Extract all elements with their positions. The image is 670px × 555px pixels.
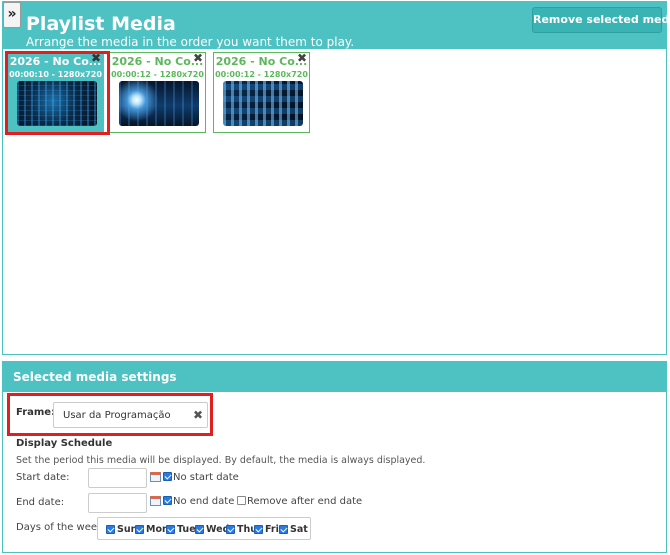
frame-selected-value: Usar da Programação [63,410,171,421]
expand-toggle-button[interactable]: » [3,2,21,28]
day-checkbox[interactable] [226,525,235,534]
days-of-week-group: Sun Mon Tue Wed Thu Fri Sat [97,517,311,540]
start-date-input[interactable] [88,468,147,488]
no-start-date-checkbox[interactable] [163,472,172,481]
media-card[interactable]: 2026 - No Co... 00:00:10 - 1280x720 ✖ [7,52,104,133]
playlist-panel: » Playlist Media Arrange the media in th… [2,1,670,355]
end-date-input[interactable] [88,493,147,513]
media-card[interactable]: 2026 - No Co... 00:00:12 - 1280x720 ✖ [109,52,206,133]
day-label: Fri [265,524,279,535]
media-thumbnail [119,81,199,126]
playlist-subtitle: Arrange the media in the order you want … [26,35,355,49]
no-end-date-label: No end date [173,496,235,507]
clear-frame-icon[interactable]: ✖ [193,408,203,422]
remove-media-icon[interactable]: ✖ [91,52,101,64]
media-thumbnail [223,81,303,126]
day-checkbox[interactable] [195,525,204,534]
days-of-week-label: Days of the week: [16,522,107,533]
media-name: 2026 - No Co... [215,55,308,68]
frame-label: Frame: [16,407,56,418]
day-checkbox[interactable] [279,525,288,534]
calendar-icon[interactable] [150,496,161,506]
no-end-date-checkbox[interactable] [163,496,172,505]
media-meta: 00:00:10 - 1280x720 [9,70,102,79]
playlist-title: Playlist Media [26,13,176,35]
display-schedule-description: Set the period this media will be displa… [16,455,426,466]
day-label: Tue [177,524,196,535]
day-checkbox[interactable] [106,525,115,534]
settings-header: Selected media settings [3,362,666,392]
no-start-date-label: No start date [173,472,239,483]
remove-media-icon[interactable]: ✖ [297,52,307,64]
end-date-label: End date: [16,497,65,508]
day-checkbox[interactable] [135,525,144,534]
media-name: 2026 - No Co... [9,55,102,68]
start-date-label: Start date: [16,472,70,483]
remove-after-end-date-label: Remove after end date [247,496,363,507]
playlist-header: » Playlist Media Arrange the media in th… [3,2,670,49]
media-meta: 00:00:12 - 1280x720 [215,70,308,79]
calendar-icon[interactable] [150,472,161,482]
remove-media-icon[interactable]: ✖ [193,52,203,64]
frame-select[interactable]: Usar da Programação ✖ [53,402,208,428]
settings-panel: Selected media settings Frame: Usar da P… [2,361,667,553]
media-meta: 00:00:12 - 1280x720 [111,70,204,79]
remove-selected-media-button[interactable]: Remove selected media [532,7,670,33]
day-checkbox[interactable] [166,525,175,534]
settings-title: Selected media settings [13,370,177,384]
display-schedule-title: Display Schedule [16,438,113,449]
media-thumbnail [17,81,97,126]
day-label: Sat [290,524,308,535]
day-checkbox[interactable] [254,525,263,534]
remove-after-end-date-checkbox[interactable] [237,496,246,505]
media-card[interactable]: 2026 - No Co... 00:00:12 - 1280x720 ✖ [213,52,310,133]
media-name: 2026 - No Co... [111,55,204,68]
